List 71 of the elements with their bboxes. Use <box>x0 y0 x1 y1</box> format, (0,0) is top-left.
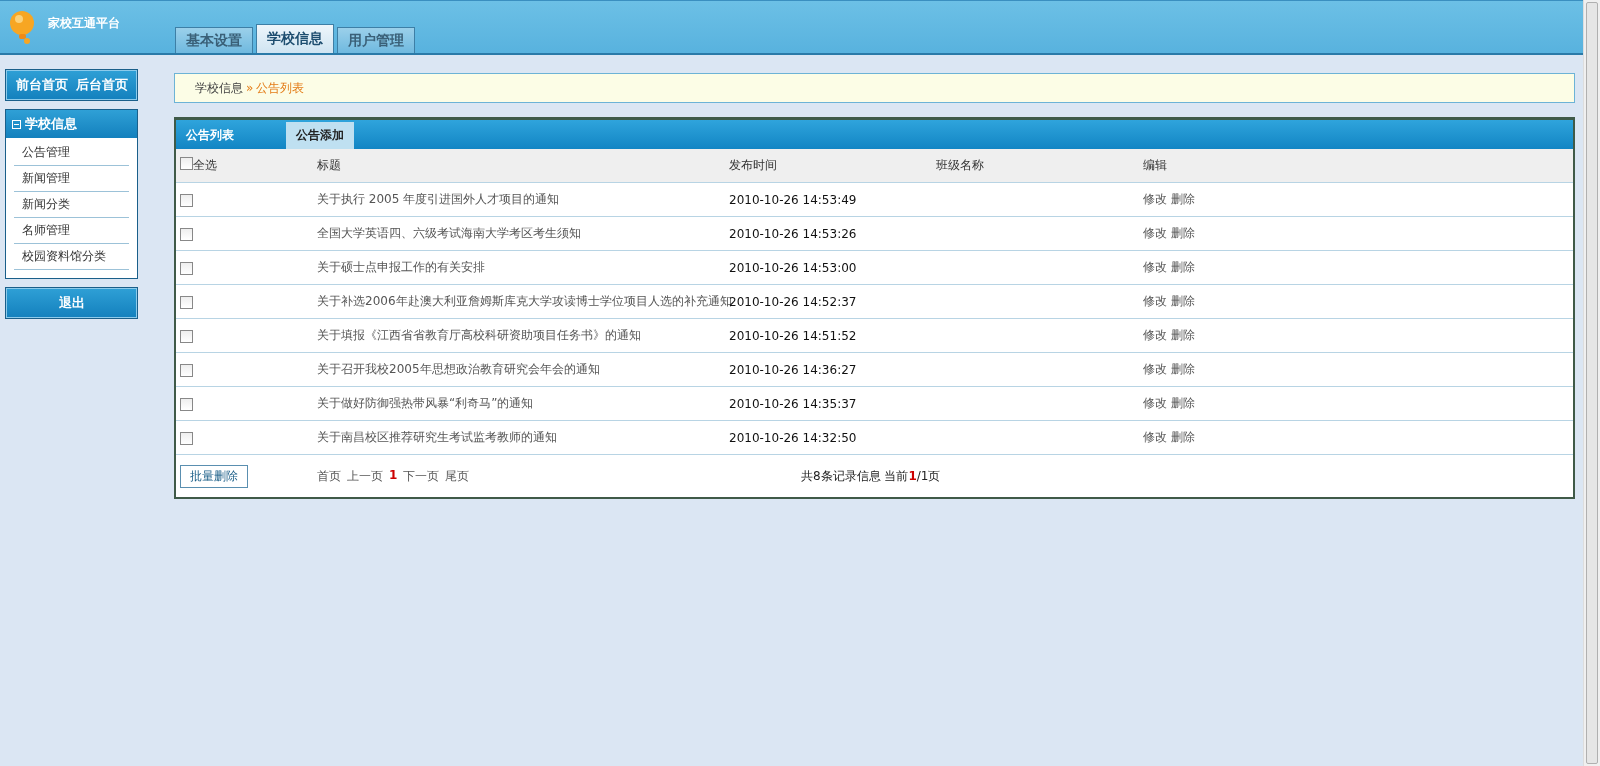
current-page-number[interactable]: 1 <box>389 467 398 485</box>
pager-link[interactable]: 下一页 <box>403 467 440 485</box>
publish-time: 2010-10-26 14:36:27 <box>729 362 857 377</box>
scrollbar-thumb[interactable] <box>1586 2 1598 764</box>
row-checkbox[interactable] <box>180 329 193 343</box>
row-checkbox[interactable] <box>180 363 193 377</box>
nav-tab[interactable]: 基本设置 <box>175 27 253 53</box>
notice-title: 关于执行 2005 年度引进国外人才项目的通知 <box>317 192 560 206</box>
publish-time: 2010-10-26 14:53:49 <box>729 192 857 207</box>
menu-section-header[interactable]: 学校信息 <box>6 110 137 138</box>
edit-link[interactable]: 修改 <box>1143 396 1167 410</box>
batch-delete-button[interactable]: 批量删除 <box>180 464 248 488</box>
breadcrumb-separator: » <box>246 81 254 95</box>
notice-title: 关于做好防御强热带风暴“利奇马”的通知 <box>317 396 534 410</box>
delete-link[interactable]: 删除 <box>1170 294 1195 308</box>
menu-item[interactable]: 校园资料馆分类 <box>14 244 129 270</box>
edit-link[interactable]: 修改 <box>1143 192 1167 206</box>
edit-link[interactable]: 修改 <box>1143 430 1167 444</box>
pager-link[interactable]: 上一页 <box>347 467 383 485</box>
delete-link[interactable]: 删除 <box>1170 260 1195 274</box>
breadcrumb-link[interactable]: 学校信息 <box>195 79 243 97</box>
breadcrumb-current: 公告列表 <box>256 79 305 97</box>
publish-time: 2010-10-26 14:35:37 <box>729 396 857 411</box>
delete-link[interactable]: 删除 <box>1170 192 1195 206</box>
row-checkbox[interactable] <box>180 397 193 411</box>
delete-link[interactable]: 删除 <box>1170 362 1195 376</box>
menu-item[interactable]: 公告管理 <box>14 140 129 166</box>
delete-link[interactable]: 删除 <box>1170 226 1195 240</box>
select-all-checkbox[interactable] <box>180 157 193 170</box>
edit-link[interactable]: 修改 <box>1143 328 1167 342</box>
publish-time: 2010-10-26 14:53:00 <box>729 260 857 275</box>
publish-time: 2010-10-26 14:51:52 <box>729 328 857 343</box>
notice-title: 关于补选2006年赴澳大利亚詹姆斯库克大学攻读博士学位项目人选的补充通知 <box>317 294 732 308</box>
nav-tab[interactable]: 学校信息 <box>256 24 334 53</box>
menu-item[interactable]: 名师管理 <box>14 218 129 244</box>
app-title: 家校互通平台 <box>48 15 120 32</box>
delete-link[interactable]: 删除 <box>1170 328 1195 342</box>
panel-tab[interactable]: 公告添加 <box>286 122 354 149</box>
nav-tab[interactable]: 用户管理 <box>337 27 415 53</box>
notice-title: 关于硕士点申报工作的有关安排 <box>317 260 485 274</box>
row-checkbox[interactable] <box>180 193 193 207</box>
publish-time: 2010-10-26 14:32:50 <box>729 430 857 445</box>
home-link[interactable]: 后台首页 <box>75 76 128 94</box>
row-checkbox[interactable] <box>180 261 193 275</box>
publish-time: 2010-10-26 14:53:26 <box>729 226 857 241</box>
notice-title: 全国大学英语四、六级考试海南大学考区考生须知 <box>317 226 581 240</box>
menu-item[interactable]: 新闻管理 <box>14 166 129 192</box>
pager-link[interactable]: 尾页 <box>445 467 470 485</box>
select-all-label: 全选 <box>193 158 217 172</box>
delete-link[interactable]: 删除 <box>1170 396 1195 410</box>
column-header: 编辑 <box>1143 158 1167 172</box>
edit-link[interactable]: 修改 <box>1143 294 1167 308</box>
notice-title: 关于填报《江西省省教育厅高校科研资助项目任务书》的通知 <box>317 328 641 342</box>
pager-link[interactable]: 首页 <box>317 467 341 485</box>
edit-link[interactable]: 修改 <box>1143 260 1167 274</box>
logout-button[interactable]: 退出 <box>5 287 138 319</box>
collapse-icon[interactable] <box>12 119 21 129</box>
column-header: 班级名称 <box>936 158 984 172</box>
row-checkbox[interactable] <box>180 295 193 309</box>
notice-title: 关于召开我校2005年思想政治教育研究会年会的通知 <box>317 362 600 376</box>
row-checkbox[interactable] <box>180 227 193 241</box>
notice-title: 关于南昌校区推荐研究生考试监考教师的通知 <box>317 430 557 444</box>
home-link[interactable]: 前台首页 <box>15 76 68 94</box>
row-checkbox[interactable] <box>180 431 193 445</box>
record-summary: 共8条记录信息 当前1/1页 <box>801 468 941 483</box>
column-header: 发布时间 <box>729 158 777 172</box>
delete-link[interactable]: 删除 <box>1170 430 1195 444</box>
column-header: 标题 <box>317 158 341 172</box>
edit-link[interactable]: 修改 <box>1143 226 1167 240</box>
menu-item[interactable]: 新闻分类 <box>14 192 129 218</box>
edit-link[interactable]: 修改 <box>1143 362 1167 376</box>
